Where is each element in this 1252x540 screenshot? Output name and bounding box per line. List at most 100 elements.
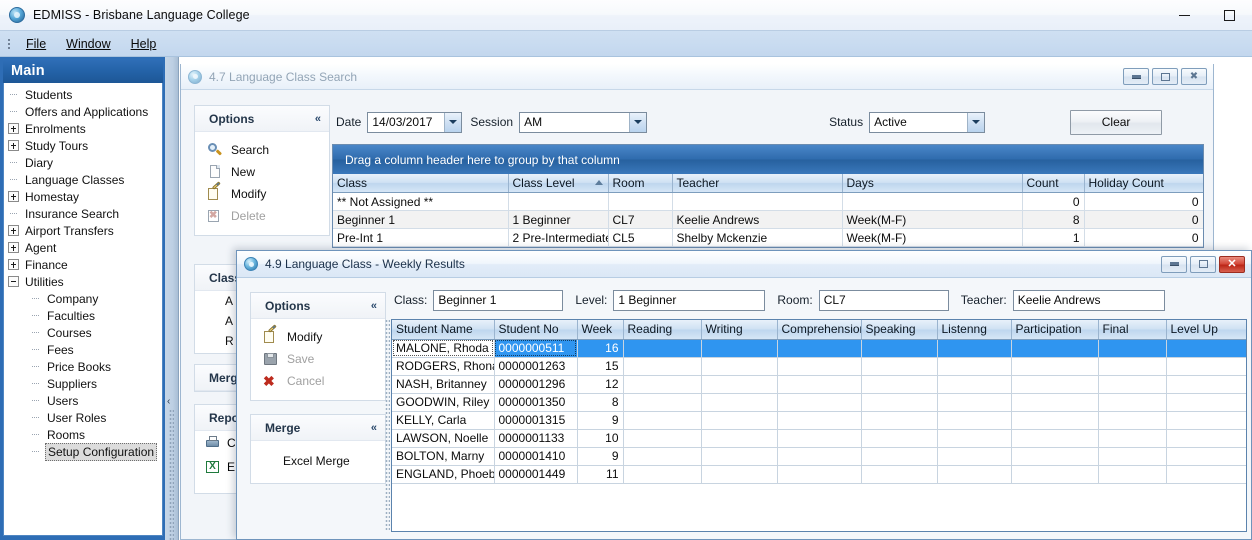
table-row[interactable]: BOLTON, Marny 0000001410 9 <box>392 447 1246 465</box>
column-header-level-up[interactable]: Level Up <box>1166 320 1246 339</box>
cell-level-up[interactable] <box>1166 465 1246 483</box>
level-field-value[interactable]: 1 Beginner <box>613 290 765 311</box>
cell-student-no[interactable]: 0000000511 <box>494 339 577 357</box>
search-action-button[interactable]: Search <box>195 139 329 161</box>
table-row[interactable]: KELLY, Carla 0000001315 9 <box>392 411 1246 429</box>
table-row[interactable]: Pre-Int 1 2 Pre-Intermediate CL5 Shelby … <box>333 229 1203 247</box>
cell-final[interactable] <box>1098 339 1166 357</box>
cell-writing[interactable] <box>701 447 777 465</box>
sidebar-item-finance[interactable]: Finance <box>4 256 162 273</box>
cell-level-up[interactable] <box>1166 357 1246 375</box>
modify-action-button[interactable]: Modify <box>195 183 329 205</box>
column-header-reading[interactable]: Reading <box>623 320 701 339</box>
cell-comprehension[interactable] <box>777 357 861 375</box>
cell-week[interactable]: 9 <box>577 447 623 465</box>
cell-participation[interactable] <box>1011 429 1098 447</box>
expand-plus-icon[interactable] <box>8 191 19 202</box>
cell-writing[interactable] <box>701 429 777 447</box>
cell-writing[interactable] <box>701 375 777 393</box>
cell-week[interactable]: 11 <box>577 465 623 483</box>
cell-final[interactable] <box>1098 375 1166 393</box>
panel-splitter[interactable]: ‹ <box>165 57 179 540</box>
sidebar-item-insurance-search[interactable]: Insurance Search <box>4 205 162 222</box>
class-field-value[interactable]: Beginner 1 <box>433 290 563 311</box>
cell-week[interactable]: 12 <box>577 375 623 393</box>
cell-comprehension[interactable] <box>777 411 861 429</box>
cell-final[interactable] <box>1098 447 1166 465</box>
cell-week[interactable]: 15 <box>577 357 623 375</box>
cell-level-up[interactable] <box>1166 411 1246 429</box>
cell-speaking[interactable] <box>861 375 937 393</box>
cell-reading[interactable] <box>623 447 701 465</box>
column-header-student-no[interactable]: Student No <box>494 320 577 339</box>
cell-comprehension[interactable] <box>777 465 861 483</box>
cell-participation[interactable] <box>1011 393 1098 411</box>
column-header-week[interactable]: Week <box>577 320 623 339</box>
cell-participation[interactable] <box>1011 465 1098 483</box>
cell-final[interactable] <box>1098 429 1166 447</box>
cell-comprehension[interactable] <box>777 339 861 357</box>
expand-plus-icon[interactable] <box>8 242 19 253</box>
sidebar-item-suppliers[interactable]: Suppliers <box>4 375 162 392</box>
cell-speaking[interactable] <box>861 357 937 375</box>
sidebar-item-language-classes[interactable]: Language Classes <box>4 171 162 188</box>
column-header-listening[interactable]: Listenng <box>937 320 1011 339</box>
sidebar-item-airport-transfers[interactable]: Airport Transfers <box>4 222 162 239</box>
sidebar-item-price-books[interactable]: Price Books <box>4 358 162 375</box>
excel-merge-button[interactable]: Excel Merge <box>251 450 385 472</box>
menu-file[interactable]: File <box>16 34 56 54</box>
column-header-student-name[interactable]: Student Name <box>392 320 494 339</box>
cell-reading[interactable] <box>623 375 701 393</box>
sidebar-item-company[interactable]: Company <box>4 290 162 307</box>
weekly-options-header[interactable]: Options « <box>251 293 385 319</box>
cell-speaking[interactable] <box>861 465 937 483</box>
cell-final[interactable] <box>1098 357 1166 375</box>
weekly-close-button[interactable]: ✕ <box>1219 256 1245 273</box>
cell-week[interactable]: 16 <box>577 339 623 357</box>
new-action-button[interactable]: New <box>195 161 329 183</box>
sidebar-item-students[interactable]: Students <box>4 86 162 103</box>
cell-level-up[interactable] <box>1166 339 1246 357</box>
column-header-writing[interactable]: Writing <box>701 320 777 339</box>
column-header-final[interactable]: Final <box>1098 320 1166 339</box>
expand-plus-icon[interactable] <box>8 140 19 151</box>
table-row[interactable]: ENGLAND, Phoebe 0000001449 11 <box>392 465 1246 483</box>
maximize-button[interactable] <box>1207 0 1252 30</box>
sidebar-item-fees[interactable]: Fees <box>4 341 162 358</box>
cell-listening[interactable] <box>937 465 1011 483</box>
cell-final[interactable] <box>1098 465 1166 483</box>
column-header-speaking[interactable]: Speaking <box>861 320 937 339</box>
cell-comprehension[interactable] <box>777 393 861 411</box>
teacher-field-value[interactable]: Keelie Andrews <box>1013 290 1165 311</box>
chevron-down-icon[interactable] <box>967 113 984 132</box>
cell-speaking[interactable] <box>861 447 937 465</box>
search-options-header[interactable]: Options « <box>195 106 329 132</box>
cell-level-up[interactable] <box>1166 375 1246 393</box>
column-header-room[interactable]: Room <box>608 174 672 193</box>
room-field-value[interactable]: CL7 <box>819 290 949 311</box>
cell-participation[interactable] <box>1011 447 1098 465</box>
collapse-chevron-icon[interactable]: ‹ <box>167 397 170 407</box>
cell-student-no[interactable]: 0000001315 <box>494 411 577 429</box>
sidebar-item-setup-configuration[interactable]: Setup Configuration <box>4 443 162 460</box>
sidebar-item-agent[interactable]: Agent <box>4 239 162 256</box>
cell-student-no[interactable]: 0000001350 <box>494 393 577 411</box>
chevron-up-icon[interactable]: « <box>371 422 377 434</box>
table-row[interactable]: RODGERS, Rhona 0000001263 15 <box>392 357 1246 375</box>
cell-student-no[interactable]: 0000001133 <box>494 429 577 447</box>
cell-listening[interactable] <box>937 429 1011 447</box>
column-header-class[interactable]: Class <box>333 174 508 193</box>
chevron-down-icon[interactable] <box>629 113 646 132</box>
cell-speaking[interactable] <box>861 393 937 411</box>
status-dropdown[interactable]: Active <box>869 112 985 133</box>
clear-button[interactable]: Clear <box>1070 110 1162 135</box>
cell-participation[interactable] <box>1011 411 1098 429</box>
table-row[interactable]: Beginner 1 1 Beginner CL7 Keelie Andrews… <box>333 211 1203 229</box>
chevron-down-icon[interactable] <box>444 113 461 132</box>
sidebar-item-rooms[interactable]: Rooms <box>4 426 162 443</box>
cell-reading[interactable] <box>623 357 701 375</box>
cell-level-up[interactable] <box>1166 429 1246 447</box>
sidebar-item-enrolments[interactable]: Enrolments <box>4 120 162 137</box>
cell-student-no[interactable]: 0000001263 <box>494 357 577 375</box>
cell-week[interactable]: 10 <box>577 429 623 447</box>
